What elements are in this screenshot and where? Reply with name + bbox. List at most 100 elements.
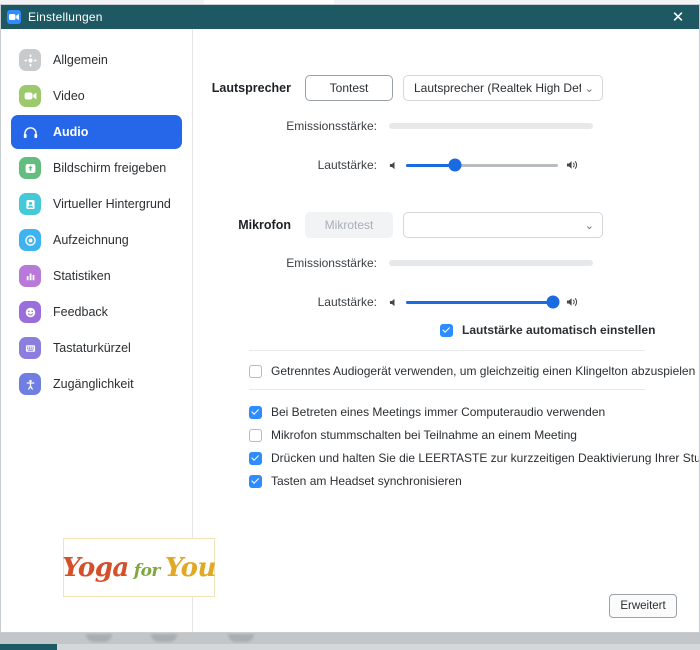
sidebar-item-label: Allgemein [53, 53, 108, 67]
chevron-down-icon: ⌄ [584, 82, 594, 95]
taskbar-underline [57, 644, 700, 650]
microphone-volume-fill [406, 300, 554, 304]
option-checkbox-2[interactable] [249, 451, 262, 465]
keyboard-icon [19, 337, 41, 359]
sidebar-item-allgemein[interactable]: Allgemein [11, 43, 182, 77]
speaker-volume-track[interactable] [406, 158, 558, 172]
chevron-down-icon: ⌄ [584, 219, 594, 232]
speaker-volume-row: Lautstärke: [193, 158, 699, 172]
sidebar-item-aufzeichnung[interactable]: Aufzeichnung [11, 223, 182, 257]
speaker-section-label: Lautsprecher [211, 81, 291, 95]
screen-share-icon [19, 157, 41, 179]
sidebar-item-statistiken[interactable]: Statistiken [11, 259, 182, 293]
video-camera-icon [19, 85, 41, 107]
option-checkbox-0[interactable] [249, 405, 262, 419]
logo-text: Yoga for You [62, 553, 216, 583]
microphone-volume-row: Lautstärke: [193, 295, 699, 309]
logo-word-yoga: Yoga [62, 552, 129, 583]
sidebar-item-bildschirm-freigeben[interactable]: Bildschirm freigeben [11, 151, 182, 185]
microphone-level-meter [389, 260, 593, 266]
auto-volume-checkbox-row[interactable]: Lautstärke automatisch einstellen [440, 323, 699, 337]
microphone-device-select[interactable]: ⌄ [403, 212, 603, 238]
bar-chart-icon [19, 265, 41, 287]
separate-audio-device-label: Getrenntes Audiogerät verwenden, um glei… [271, 364, 696, 378]
sidebar-item-label: Zugänglichkeit [53, 377, 134, 391]
sidebar-item-label: Virtueller Hintergrund [53, 197, 171, 211]
microphone-volume-track[interactable] [406, 295, 560, 309]
sidebar-item-label: Bildschirm freigeben [53, 161, 167, 175]
sidebar-item-virtueller-hintergrund[interactable]: Virtueller Hintergrund [11, 187, 182, 221]
speaker-section: Lautsprecher Tontest Lautsprecher (Realt… [193, 75, 699, 101]
record-circle-icon [19, 229, 41, 251]
separate-audio-device-checkbox[interactable] [249, 364, 262, 378]
sidebar-item-label: Tastaturkürzel [53, 341, 131, 355]
microphone-volume-thumb[interactable] [546, 295, 560, 309]
headphones-icon [19, 121, 41, 143]
auto-volume-checkbox[interactable] [440, 323, 453, 337]
speaker-controls: Tontest Lautsprecher (Realtek High Defin… [305, 75, 603, 101]
sidebar-item-feedback[interactable]: Feedback [11, 295, 182, 329]
speaker-volume-slider[interactable] [389, 158, 580, 172]
logo-word-for: for [133, 560, 161, 581]
audio-settings-panel: Lautsprecher Tontest Lautsprecher (Realt… [193, 29, 699, 632]
microphone-volume-label: Lautstärke: [317, 295, 377, 309]
close-icon[interactable]: ✕ [657, 5, 699, 29]
option-label-3: Tasten am Headset synchronisieren [271, 474, 462, 488]
speaker-low-icon [389, 160, 400, 171]
logo-word-you: You [164, 552, 217, 583]
microphone-level-row: Emissionsstärke: [193, 256, 699, 270]
sidebar-item-label: Audio [53, 125, 89, 139]
speaker-volume-thumb[interactable] [448, 158, 462, 172]
microphone-test-button[interactable]: Mikrotest [305, 212, 393, 238]
option-row-2[interactable]: Drücken und halten Sie die LEERTASTE zur… [249, 451, 699, 465]
person-card-icon [19, 193, 41, 215]
speaker-device-value: Lautsprecher (Realtek High Defini... [414, 81, 581, 95]
window-title: Einstellungen [28, 10, 103, 24]
microphone-section: Mikrofon Mikrotest ⌄ [193, 212, 699, 238]
taskbar-icon[interactable] [86, 634, 112, 642]
option-row-3[interactable]: Tasten am Headset synchronisieren [249, 474, 699, 488]
microphone-low-icon [389, 297, 400, 308]
taskbar-icon[interactable] [151, 634, 177, 642]
speaker-test-button[interactable]: Tontest [305, 75, 393, 101]
microphone-level-label: Emissionsstärke: [286, 256, 377, 270]
option-checkbox-3[interactable] [249, 474, 262, 488]
option-row-1[interactable]: Mikrofon stummschalten bei Teilnahme an … [249, 428, 699, 442]
audio-options-list: Bei Betreten eines Meetings immer Comput… [249, 405, 699, 488]
microphone-volume-slider[interactable] [389, 295, 580, 309]
auto-volume-label: Lautstärke automatisch einstellen [462, 323, 656, 337]
option-row-0[interactable]: Bei Betreten eines Meetings immer Comput… [249, 405, 699, 419]
option-checkbox-1[interactable] [249, 428, 262, 442]
speaker-level-meter [389, 123, 593, 129]
speaker-device-select[interactable]: Lautsprecher (Realtek High Defini... ⌄ [403, 75, 603, 101]
taskbar-active-indicator [0, 644, 57, 650]
sidebar-item-video[interactable]: Video [11, 79, 182, 113]
sidebar-item-label: Video [53, 89, 85, 103]
sidebar-item-label: Statistiken [53, 269, 111, 283]
gear-icon [19, 49, 41, 71]
smiley-face-icon [19, 301, 41, 323]
sidebar-item-tastaturkuerzel[interactable]: Tastaturkürzel [11, 331, 182, 365]
speaker-volume-label: Lautstärke: [317, 158, 377, 172]
sidebar-item-zugaenglichkeit[interactable]: Zugänglichkeit [11, 367, 182, 401]
settings-window: Einstellungen ✕ Allgemein Video Audio Bi… [0, 4, 700, 633]
separate-audio-device-row[interactable]: Getrenntes Audiogerät verwenden, um glei… [249, 364, 699, 378]
title-bar: Einstellungen ✕ [1, 5, 699, 29]
microphone-section-label: Mikrofon [238, 218, 291, 232]
zoom-app-icon [7, 10, 21, 24]
taskbar[interactable] [0, 632, 700, 650]
sidebar-item-audio[interactable]: Audio [11, 115, 182, 149]
sidebar-item-label: Feedback [53, 305, 108, 319]
divider-top [249, 350, 645, 351]
option-label-0: Bei Betreten eines Meetings immer Comput… [271, 405, 606, 419]
option-label-2: Drücken und halten Sie die LEERTASTE zur… [271, 451, 699, 465]
speaker-high-icon [566, 159, 580, 171]
advanced-button[interactable]: Erweitert [609, 594, 677, 618]
yoga-for-you-logo: Yoga for You [62, 538, 216, 597]
speaker-level-row: Emissionsstärke: [193, 119, 699, 133]
taskbar-icon[interactable] [228, 634, 254, 642]
microphone-controls: Mikrotest ⌄ [305, 212, 603, 238]
microphone-high-icon [566, 296, 580, 308]
speaker-level-label: Emissionsstärke: [286, 119, 377, 133]
divider-bottom [249, 389, 645, 390]
